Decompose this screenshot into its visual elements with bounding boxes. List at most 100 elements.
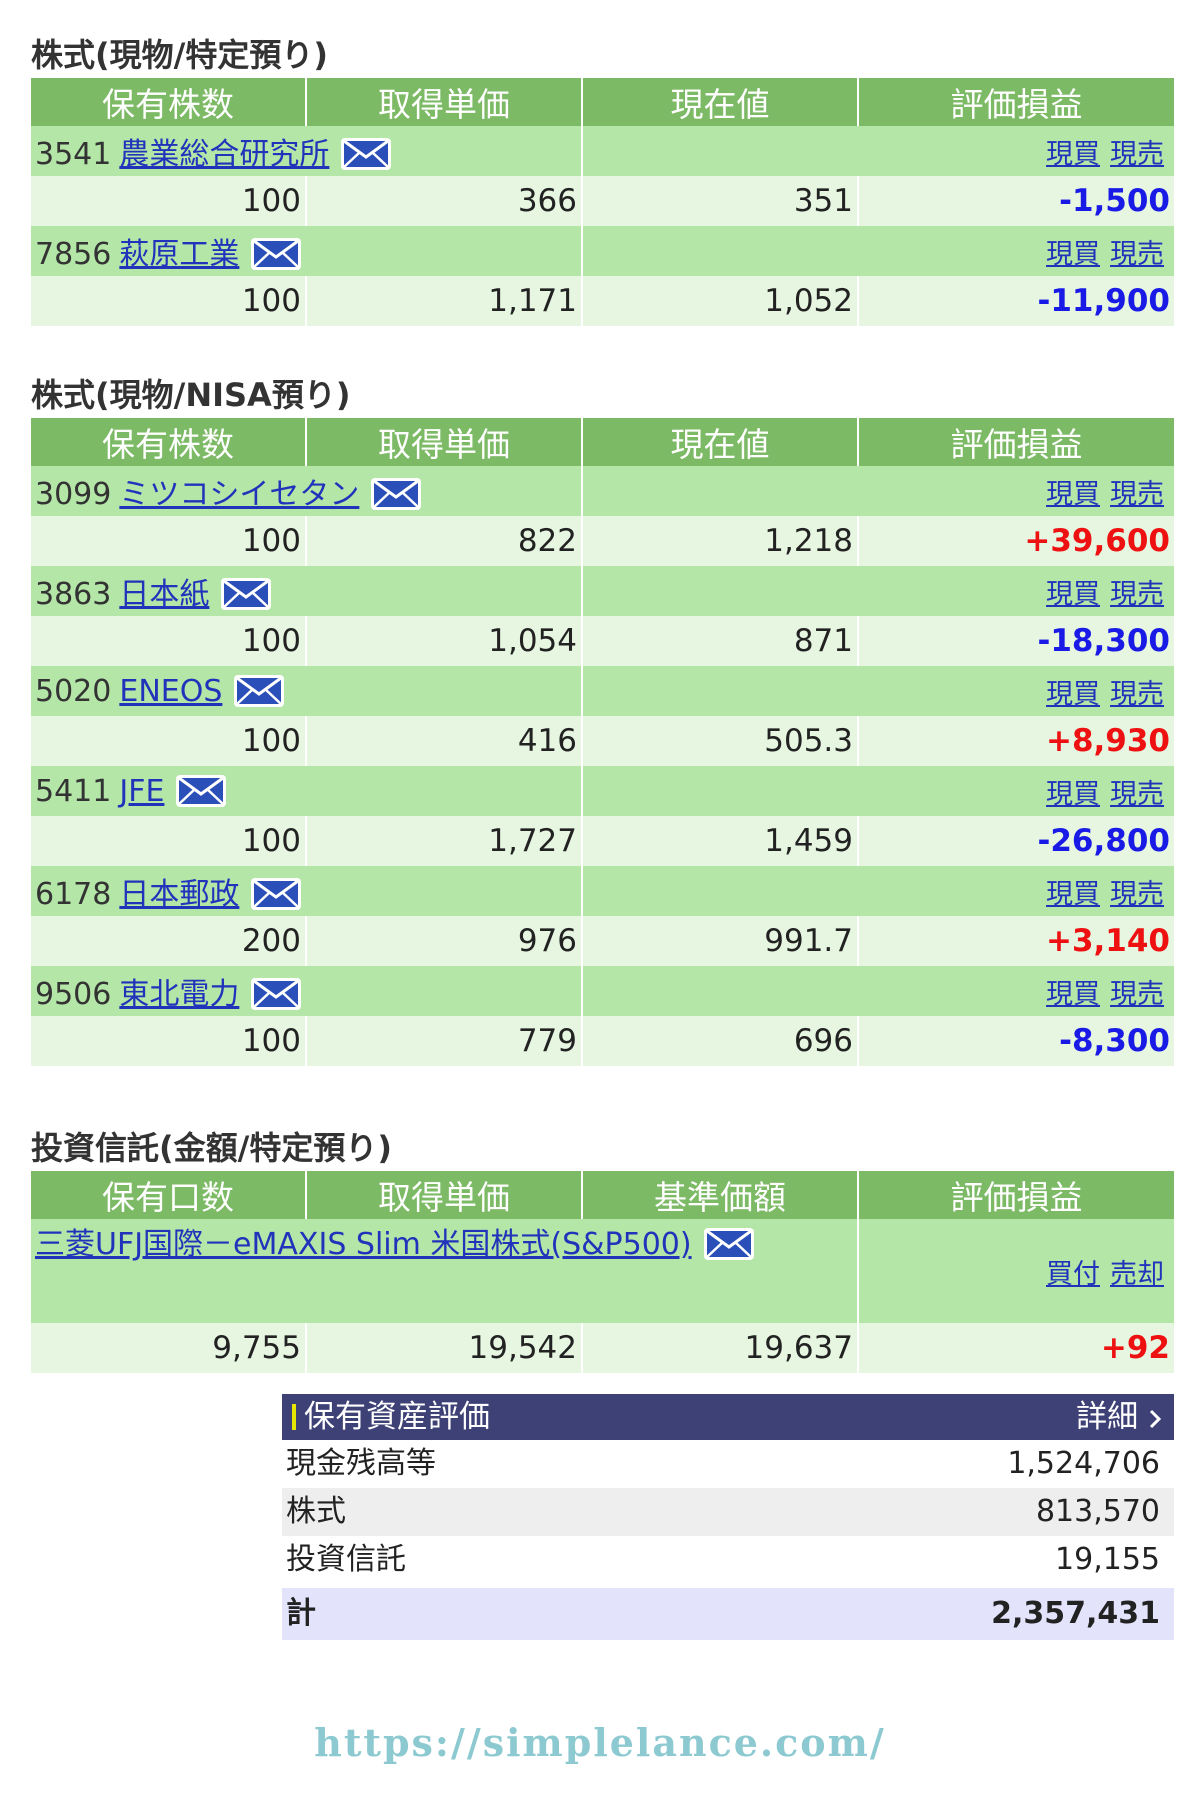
stock-name-row: 5411 JFE 現買 現売	[31, 766, 1174, 816]
spot-buy-link[interactable]: 現買	[1046, 239, 1100, 270]
cost-value: 366	[306, 176, 583, 226]
cost-value: 19,542	[306, 1323, 583, 1373]
spot-sell-link[interactable]: 現売	[1110, 679, 1164, 710]
stock-code: 9506	[35, 977, 112, 1012]
price-value: 1,459	[582, 816, 859, 866]
section-title: 投資信託(金額/特定預り)	[31, 1129, 392, 1167]
stock-name-link[interactable]: 農業総合研究所	[119, 137, 329, 172]
stock-name-link[interactable]: 日本郵政	[119, 877, 239, 912]
pl-value: +92	[858, 1323, 1174, 1373]
stock-name-row: 6178 日本郵政 現買 現売	[31, 866, 1174, 916]
summary-label: 株式	[286, 1494, 346, 1529]
mail-icon[interactable]	[251, 238, 302, 270]
stock-code: 3099	[35, 477, 112, 512]
price-value: 871	[582, 616, 859, 666]
shares-value: 100	[31, 176, 307, 226]
shares-value: 200	[31, 916, 307, 966]
fund-table: 保有口数 取得単価 基準価額 評価損益 三菱UFJ国際－eMAXIS Slim …	[31, 1171, 1174, 1373]
mail-icon[interactable]	[341, 138, 392, 170]
spot-sell-link[interactable]: 現売	[1110, 779, 1164, 810]
stock-name-link[interactable]: 日本紙	[119, 577, 209, 612]
portfolio-page: 株式(現物/特定預り) 保有株数 取得単価 現在値 評価損益 3541 農業総合研…	[0, 0, 1200, 1800]
stock-name-row: 5020 ENEOS 現買 現売	[31, 666, 1174, 716]
spot-sell-link[interactable]: 現売	[1110, 979, 1164, 1010]
stock-name-link[interactable]: JFE	[119, 774, 164, 809]
header-accent-bar	[292, 1404, 296, 1430]
price-value: 19,637	[582, 1323, 859, 1373]
header-price: 現在値	[582, 78, 859, 126]
sell-link[interactable]: 売却	[1110, 1259, 1164, 1290]
fund-name-link[interactable]: 三菱UFJ国際－eMAXIS Slim 米国株式(S&P500)	[35, 1227, 692, 1262]
pl-value: +8,930	[858, 716, 1174, 766]
section-title: 株式(現物/特定預り)	[31, 36, 328, 74]
mail-icon[interactable]	[371, 478, 422, 510]
chevron-right-icon	[1148, 1399, 1162, 1435]
mail-icon[interactable]	[251, 978, 302, 1010]
spot-buy-link[interactable]: 現買	[1046, 679, 1100, 710]
summary-row-stock: 株式 813,570	[282, 1488, 1174, 1536]
fund-name-row: 三菱UFJ国際－eMAXIS Slim 米国株式(S&P500) 買付 売却	[31, 1219, 1174, 1323]
stock-name-link[interactable]: ENEOS	[119, 674, 222, 709]
header-cost: 取得単価	[306, 78, 583, 126]
price-value: 696	[582, 1016, 859, 1066]
summary-row-fund: 投資信託 19,155	[282, 1536, 1174, 1584]
header-base-price: 基準価額	[582, 1171, 859, 1219]
detail-link[interactable]: 詳細	[1076, 1394, 1162, 1440]
summary-title: 保有資産評価	[304, 1399, 490, 1435]
header-pl: 評価損益	[858, 1171, 1174, 1219]
price-value: 505.3	[582, 716, 859, 766]
cost-value: 1,171	[306, 276, 583, 326]
shares-value: 100	[31, 616, 307, 666]
spot-buy-link[interactable]: 現買	[1046, 979, 1100, 1010]
stock-value-row: 100 822 1,218 +39,600	[31, 516, 1174, 566]
pl-value: -11,900	[858, 276, 1174, 326]
mail-icon[interactable]	[234, 674, 285, 707]
stock-value-row: 100 416 505.3 +8,930	[31, 716, 1174, 766]
spot-sell-link[interactable]: 現売	[1110, 139, 1164, 170]
price-value: 1,218	[582, 516, 859, 566]
pl-value: -26,800	[858, 816, 1174, 866]
spot-sell-link[interactable]: 現売	[1110, 239, 1164, 270]
spot-buy-link[interactable]: 現買	[1046, 779, 1100, 810]
header-units: 保有口数	[31, 1171, 307, 1219]
spot-buy-link[interactable]: 現買	[1046, 479, 1100, 510]
spot-sell-link[interactable]: 現売	[1110, 879, 1164, 910]
spot-sell-link[interactable]: 現売	[1110, 579, 1164, 610]
spot-buy-link[interactable]: 現買	[1046, 879, 1100, 910]
mail-icon[interactable]	[703, 1228, 754, 1260]
stock-name-row: 9506 東北電力 現買 現売	[31, 966, 1174, 1016]
buy-link[interactable]: 買付	[1046, 1259, 1100, 1290]
mail-icon[interactable]	[221, 578, 272, 610]
summary-row-total: 計 2,357,431	[282, 1588, 1174, 1640]
pl-value: +39,600	[858, 516, 1174, 566]
shares-value: 100	[31, 516, 307, 566]
mail-icon[interactable]	[176, 774, 227, 807]
cost-value: 1,727	[306, 816, 583, 866]
holdings-table: 保有株数 取得単価 現在値 評価損益 3541 農業総合研究所 現買 現売 100 366…	[31, 78, 1174, 326]
spot-buy-link[interactable]: 現買	[1046, 579, 1100, 610]
section-stock-tokutei: 株式(現物/特定預り) 保有株数 取得単価 現在値 評価損益 3541 農業総合研…	[31, 32, 1174, 326]
header-shares: 保有株数	[31, 78, 307, 126]
summary-value: 813,570	[1035, 1494, 1160, 1529]
stock-value-row: 100 779 696 -8,300	[31, 1016, 1174, 1066]
stock-value-row: 100 1,171 1,052 -11,900	[31, 276, 1174, 326]
stock-name-link[interactable]: 東北電力	[119, 977, 239, 1012]
header-pl: 評価損益	[858, 418, 1174, 466]
stock-name-row: 3863 日本紙 現買 現売	[31, 566, 1174, 616]
stock-name-link[interactable]: ミツコシイセタン	[119, 477, 359, 512]
stock-name-link[interactable]: 萩原工業	[119, 237, 239, 272]
shares-value: 100	[31, 816, 307, 866]
summary-label: 投資信託	[286, 1542, 406, 1577]
spot-sell-link[interactable]: 現売	[1110, 479, 1164, 510]
mail-icon[interactable]	[251, 878, 302, 910]
summary-label: 現金残高等	[286, 1446, 436, 1481]
stock-code: 7856	[35, 237, 112, 272]
stock-value-row: 100 1,727 1,459 -26,800	[31, 816, 1174, 866]
stock-name-row: 3099 ミツコシイセタン 現買 現売	[31, 466, 1174, 516]
header-cost: 取得単価	[306, 418, 583, 466]
pl-value: -8,300	[858, 1016, 1174, 1066]
stock-value-row: 200 976 991.7 +3,140	[31, 916, 1174, 966]
pl-value: -18,300	[858, 616, 1174, 666]
spot-buy-link[interactable]: 現買	[1046, 139, 1100, 170]
pl-value: +3,140	[858, 916, 1174, 966]
